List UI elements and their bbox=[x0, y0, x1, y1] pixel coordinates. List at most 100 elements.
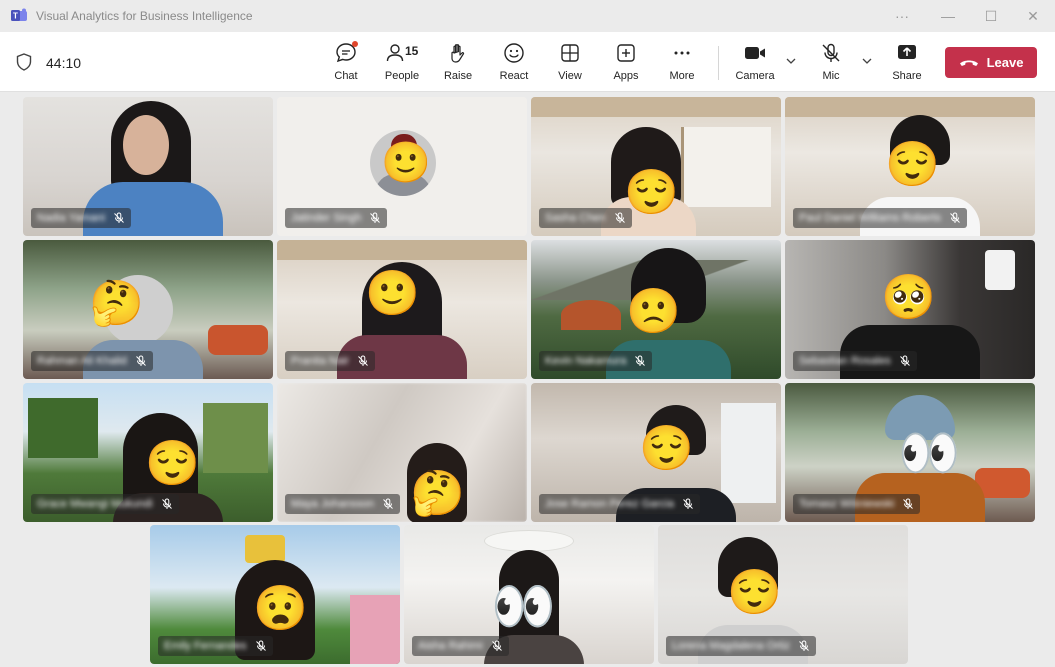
ceiling-beams bbox=[785, 97, 1035, 117]
participant-tile[interactable]: 😌 Paul Daniel Williams Roberts bbox=[785, 97, 1035, 236]
mic-muted-icon bbox=[370, 212, 381, 223]
mic-muted-icon bbox=[899, 355, 910, 366]
participant-tile[interactable]: 😧 Emily Fernandes bbox=[150, 525, 400, 664]
mic-muted-icon bbox=[358, 355, 368, 366]
mic-muted-icon bbox=[114, 212, 124, 223]
participant-nameplate: Maya Johansson bbox=[285, 494, 401, 514]
participant-emoji: 😌 bbox=[727, 568, 782, 617]
participant-tile[interactable]: 😌 Grace Mwangi Mukundi bbox=[23, 383, 273, 522]
meeting-toolbar: 44:10 Chat 15 People Raise React View Ap… bbox=[0, 32, 1055, 92]
participant-name: Rahman Ali Khalid bbox=[37, 355, 127, 367]
participant-emoji: 😌 bbox=[624, 168, 679, 217]
participant-tile[interactable]: 🤔 Rahman Ali Khalid bbox=[23, 240, 273, 379]
smiley-icon bbox=[502, 41, 526, 65]
people-count: 15 bbox=[405, 44, 419, 58]
participant-name: Sebastian Rosales bbox=[799, 355, 891, 367]
apps-button[interactable]: Apps bbox=[599, 41, 653, 85]
participant-emoji: 🙁 bbox=[626, 287, 681, 336]
participant-nameplate: Lorena Magdalena Ortiz bbox=[666, 636, 817, 656]
participant-nameplate: Aisha Rahimi bbox=[412, 636, 509, 656]
mic-muted-icon bbox=[255, 640, 266, 651]
participant-nameplate: Jose Ramon Perez Garcia bbox=[539, 494, 700, 514]
mic-muted-icon bbox=[799, 640, 809, 651]
participant-tile[interactable]: 👀 Aisha Rahimi bbox=[404, 525, 654, 664]
blocky-tree bbox=[28, 398, 98, 458]
mic-options-chevron-icon[interactable] bbox=[860, 54, 874, 68]
camera-label: Camera bbox=[735, 70, 775, 82]
participant-nameplate: Jatinder Singh bbox=[285, 208, 388, 228]
meeting-timer: 44:10 bbox=[46, 55, 82, 71]
orange-sofa bbox=[208, 325, 268, 355]
participant-emoji: 😌 bbox=[639, 424, 694, 473]
participant-name: Lorena Magdalena Ortiz bbox=[672, 640, 791, 652]
raise-hand-icon bbox=[446, 41, 470, 65]
participant-name: Jose Ramon Perez Garcia bbox=[545, 498, 674, 510]
mic-muted-icon bbox=[949, 212, 960, 223]
mic-muted-icon bbox=[683, 498, 693, 509]
autumn-trees bbox=[561, 300, 621, 330]
participant-emoji: 👀 bbox=[491, 578, 556, 636]
participant-nameplate: Kevin Nakamura bbox=[539, 351, 653, 371]
grid-view-icon bbox=[558, 41, 582, 65]
window-minimize-button[interactable]: — bbox=[925, 0, 971, 32]
view-button[interactable]: View bbox=[543, 41, 597, 85]
chat-notification-dot bbox=[352, 41, 358, 47]
raise-hand-button[interactable]: Raise bbox=[431, 41, 485, 85]
share-label: Share bbox=[892, 70, 922, 82]
participant-name: Sasha Chen bbox=[545, 212, 606, 224]
mic-muted-icon bbox=[136, 355, 146, 366]
leave-label: Leave bbox=[986, 55, 1024, 70]
participant-tile[interactable]: 👀 Tomasz Wiśniewski bbox=[785, 383, 1035, 522]
window-close-button[interactable]: ✕ bbox=[1010, 0, 1055, 32]
people-button[interactable]: 15 People bbox=[375, 41, 429, 85]
camera-options-chevron-icon[interactable] bbox=[784, 54, 798, 68]
participant-name: Pranita Nair bbox=[291, 355, 350, 367]
react-label: React bbox=[499, 70, 529, 82]
more-dots-icon bbox=[670, 41, 694, 65]
participant-name: Grace Mwangi Mukundi bbox=[37, 498, 153, 510]
participant-emoji: 😌 bbox=[145, 439, 200, 488]
participant-nameplate: Nadia Yamani bbox=[31, 208, 132, 228]
participant-name: Tomasz Wiśniewski bbox=[799, 498, 895, 510]
participant-nameplate: Rahman Ali Khalid bbox=[31, 351, 153, 371]
svg-text:T: T bbox=[13, 12, 18, 21]
title-bar: T Visual Analytics for Business Intellig… bbox=[0, 0, 1055, 32]
window-maximize-button[interactable]: ☐ bbox=[968, 0, 1014, 32]
camera-button[interactable]: Camera bbox=[728, 41, 782, 85]
participant-name: Maya Johansson bbox=[291, 498, 375, 510]
participant-emoji: 🤔 bbox=[410, 469, 465, 518]
hang-up-icon bbox=[959, 60, 978, 66]
participant-tile[interactable]: 😌 Sasha Chen bbox=[531, 97, 781, 236]
participant-tile[interactable]: 🙂 Jatinder Singh bbox=[277, 97, 527, 236]
more-label: More bbox=[669, 70, 695, 82]
react-button[interactable]: React bbox=[487, 41, 541, 85]
apps-label: Apps bbox=[613, 70, 639, 82]
participant-tile[interactable]: 🙂 Pranita Nair bbox=[277, 240, 527, 379]
participant-nameplate: Sebastian Rosales bbox=[793, 351, 917, 371]
window-more-button[interactable]: ··· bbox=[879, 0, 925, 32]
participant-tile[interactable]: 😌 Lorena Magdalena Ortiz bbox=[658, 525, 908, 664]
participant-emoji: 😌 bbox=[885, 140, 940, 189]
participant-name: Jatinder Singh bbox=[291, 212, 362, 224]
participant-tile[interactable]: 🤔 Maya Johansson bbox=[277, 383, 527, 522]
mic-muted-icon bbox=[614, 212, 625, 223]
participant-tile[interactable]: 😌 Jose Ramon Perez Garcia bbox=[531, 383, 781, 522]
share-button[interactable]: Share bbox=[880, 41, 934, 85]
ceiling-light bbox=[484, 530, 574, 552]
share-screen-icon bbox=[895, 41, 919, 65]
participant-nameplate: Tomasz Wiśniewski bbox=[793, 494, 921, 514]
participant-nameplate: Paul Daniel Williams Roberts bbox=[793, 208, 967, 228]
participant-tile[interactable]: 🥺 Sebastian Rosales bbox=[785, 240, 1035, 379]
participant-tile[interactable]: 🙁 Kevin Nakamura bbox=[531, 240, 781, 379]
participant-name: Aisha Rahimi bbox=[418, 640, 483, 652]
mic-button[interactable]: Mic bbox=[804, 41, 858, 85]
mic-muted-icon bbox=[635, 355, 646, 366]
participant-tile[interactable]: Nadia Yamani bbox=[23, 97, 273, 236]
leave-button[interactable]: Leave bbox=[945, 47, 1037, 78]
participant-face bbox=[123, 115, 169, 175]
shield-icon[interactable] bbox=[16, 53, 32, 71]
toolbar-divider bbox=[718, 46, 719, 80]
more-button[interactable]: More bbox=[655, 41, 709, 85]
chat-button[interactable]: Chat bbox=[319, 41, 373, 85]
participant-name: Nadia Yamani bbox=[37, 212, 106, 224]
